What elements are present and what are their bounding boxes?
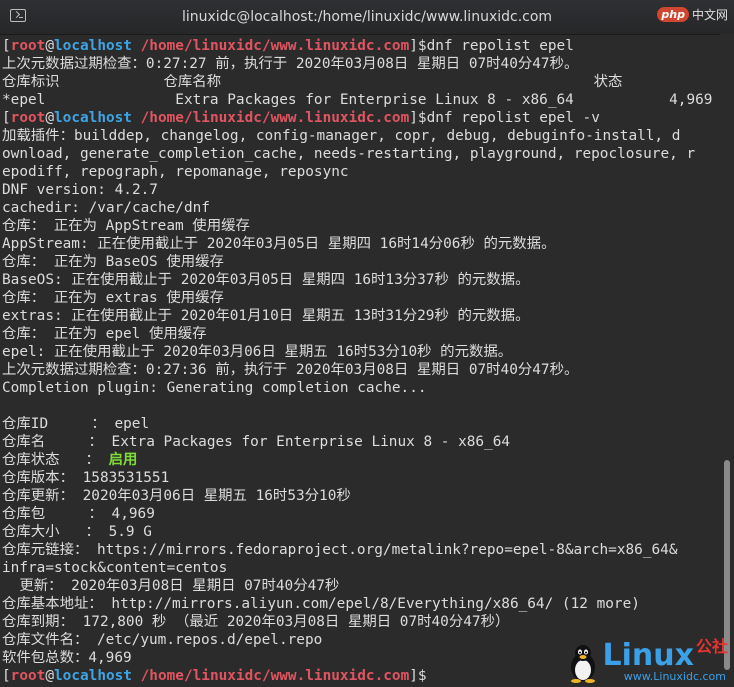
command-text: dnf repolist epel [426, 38, 574, 54]
output-line: *epel Extra Packages for Enterprise Linu… [2, 92, 713, 108]
output-line: 仓库名 ： Extra Packages for Enterprise Linu… [2, 434, 511, 450]
output-line: 仓库更新： 2020年03月06日 星期五 16时53分10秒 [2, 488, 351, 504]
output-line: 仓库ID ： epel [2, 416, 150, 432]
output-line: epodiff, repograph, repomanage, reposync [2, 164, 349, 180]
repo-status-label: 仓库状态 ： [2, 452, 109, 468]
output-line: DNF version: 4.2.7 [2, 182, 158, 198]
output-line: 仓库大小 ： 5.9 G [2, 524, 152, 540]
php-watermark: php 中文网 [657, 6, 728, 23]
prompt-line: [root@localhost /home/linuxidc/www.linux… [2, 110, 600, 126]
output-line: extras: 正在使用截止于 2020年01月10日 星期五 13时31分29… [2, 308, 530, 324]
output-line: infra=stock&content=centos [2, 560, 228, 576]
output-line: 仓库到期： 172,800 秒 （最近 2020年03月08日 星期日 07时4… [2, 614, 510, 630]
output-line: 更新： 2020年03月08日 星期日 07时40分47秒 [2, 578, 340, 594]
output-line: 仓库： 正在为 AppStream 使用缓存 [2, 218, 250, 234]
output-line: 上次元数据过期检查：0:27:27 前，执行于 2020年03月08日 星期日 … [2, 56, 579, 72]
prompt-line: [root@localhost /home/linuxidc/www.linux… [2, 38, 574, 54]
linux-brand-suffix: 公社 [695, 637, 728, 656]
linux-watermark: Linux 公社 www.Linuxidc.com [567, 633, 728, 683]
linux-brand-url: www.Linuxidc.com [623, 670, 726, 683]
php-site-text: 中文网 [691, 8, 728, 22]
vertical-scrollbar[interactable] [720, 34, 734, 687]
output-line: 仓库包 ： 4,969 [2, 506, 155, 522]
terminal-output[interactable]: [root@localhost /home/linuxidc/www.linux… [2, 37, 718, 687]
output-line: ownload, generate_completion_cache, need… [2, 146, 696, 162]
output-line: 仓库元链接： https://mirrors.fedoraproject.org… [2, 542, 678, 558]
window-title: linuxidc@localhost:/home/linuxidc/www.li… [181, 9, 553, 25]
linux-brand-text: Linux [602, 638, 694, 673]
repo-status-line: 仓库状态 ： 启用 [2, 451, 718, 469]
output-line: 仓库标识 仓库名称 状态 [2, 74, 623, 90]
output-line: Completion plugin: Generating completion… [2, 380, 427, 396]
output-line: epel: 正在使用截止于 2020年03月06日 星期五 16时53分10秒 … [2, 344, 513, 360]
output-line: AppStream: 正在使用截止于 2020年03月05日 星期四 16时14… [2, 236, 556, 252]
repo-status-value: 启用 [108, 452, 138, 468]
output-line: 加载插件：builddep, changelog, config-manager… [2, 128, 681, 144]
title-bar[interactable]: linuxidc@localhost:/home/linuxidc/www.li… [0, 0, 734, 35]
output-line: BaseOS: 正在使用截止于 2020年03月05日 星期四 16时13分37… [2, 272, 530, 288]
output-line: 上次元数据过期检查：0:27:36 前，执行于 2020年03月08日 星期日 … [2, 362, 579, 378]
tux-penguin-icon [570, 645, 595, 683]
php-logo-icon: php [657, 7, 689, 22]
output-line: 仓库： 正在为 BaseOS 使用缓存 [2, 254, 224, 270]
output-line: 仓库： 正在为 extras 使用缓存 [2, 290, 224, 306]
output-line: 仓库： 正在为 epel 使用缓存 [2, 326, 207, 342]
output-line: 仓库版本： 1583531551 [2, 470, 170, 486]
command-text: dnf repolist epel -v [426, 110, 600, 126]
output-line: cachedir: /var/cache/dnf [2, 200, 210, 216]
output-line: 仓库基本地址： http://mirrors.aliyun.com/epel/8… [2, 596, 640, 612]
terminal-window: linuxidc@localhost:/home/linuxidc/www.li… [0, 0, 734, 687]
terminal-icon[interactable] [10, 9, 26, 22]
